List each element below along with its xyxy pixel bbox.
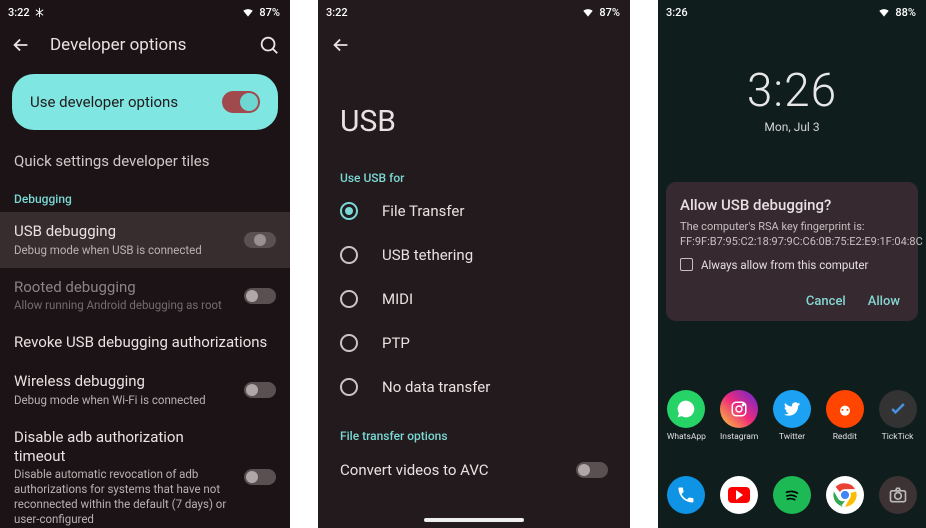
use-developer-options-chip[interactable]: Use developer options	[12, 74, 278, 130]
disable-adb-timeout-item[interactable]: Disable adb authorization timeout Disabl…	[0, 418, 290, 528]
clock-time: 3:26	[658, 64, 926, 118]
back-icon[interactable]	[330, 34, 352, 56]
snowflake-icon	[34, 7, 45, 18]
quick-settings-tiles-item[interactable]: Quick settings developer tiles	[0, 144, 290, 180]
wireless-debugging-item[interactable]: Wireless debugging Debug mode when Wi-Fi…	[0, 362, 290, 418]
page-title: USB	[318, 66, 630, 157]
debugging-section-label: Debugging	[0, 180, 290, 212]
lockscreen-clock: 3:26 Mon, Jul 3	[658, 64, 926, 134]
rooted-debugging-title: Rooted debugging	[14, 278, 234, 297]
page-title: Developer options	[50, 35, 240, 55]
chip-label: Use developer options	[30, 93, 178, 111]
screen-usb-preferences: 3:22 87% USB Use USB for File Transfer U…	[318, 0, 630, 528]
app-phone[interactable]	[661, 476, 711, 514]
convert-videos-avc-item[interactable]: Convert videos to AVC	[340, 447, 608, 493]
radio-icon	[340, 246, 358, 264]
app-instagram[interactable]: Instagram	[714, 390, 764, 442]
wifi-icon	[581, 5, 595, 19]
wireless-debugging-switch[interactable]	[244, 382, 276, 398]
wifi-icon	[241, 5, 255, 19]
home-app-row-2	[658, 476, 926, 514]
app-spotify[interactable]	[767, 476, 817, 514]
dialog-title: Allow USB debugging?	[680, 196, 904, 214]
radio-icon	[340, 202, 358, 220]
usb-option-file-transfer[interactable]: File Transfer	[340, 189, 608, 233]
app-bar	[318, 24, 630, 66]
use-usb-for-label: Use USB for	[340, 157, 608, 189]
revoke-authorizations-item[interactable]: Revoke USB debugging authorizations	[0, 323, 290, 362]
usb-debugging-switch[interactable]	[244, 232, 276, 248]
radio-icon	[340, 334, 358, 352]
usb-debugging-title: USB debugging	[14, 222, 234, 241]
wifi-icon	[877, 5, 891, 19]
status-time: 3:22	[326, 6, 348, 19]
status-battery: 87%	[599, 6, 620, 19]
checkbox-icon[interactable]	[680, 258, 693, 271]
app-bar: Developer options	[0, 24, 290, 66]
rooted-debugging-switch	[244, 288, 276, 304]
youtube-play-icon	[728, 487, 750, 503]
clock-date: Mon, Jul 3	[658, 120, 926, 134]
wireless-debugging-title: Wireless debugging	[14, 372, 234, 391]
screen-developer-options: 3:22 87% Developer options Use developer…	[0, 0, 290, 528]
app-youtube[interactable]	[714, 476, 764, 514]
app-twitter[interactable]: Twitter	[767, 390, 817, 442]
status-time: 3:26	[666, 6, 688, 19]
dialog-message: The computer's RSA key fingerprint is: F…	[680, 220, 904, 250]
cancel-button[interactable]: Cancel	[806, 294, 846, 309]
disable-adb-subtitle: Disable automatic revocation of adb auth…	[14, 467, 234, 527]
file-transfer-options-label: File transfer options	[340, 409, 608, 447]
search-icon[interactable]	[258, 34, 280, 56]
convert-videos-switch[interactable]	[576, 462, 608, 478]
status-bar: 3:22 87%	[318, 0, 630, 24]
allow-button[interactable]: Allow	[868, 294, 900, 309]
status-battery: 87%	[259, 6, 280, 19]
gesture-nav-bar[interactable]	[424, 518, 524, 522]
status-battery: 88%	[895, 6, 916, 19]
status-bar: 3:22 87%	[0, 0, 290, 24]
usb-option-ptp[interactable]: PTP	[340, 321, 608, 365]
back-icon[interactable]	[10, 34, 32, 56]
app-camera[interactable]	[873, 476, 923, 514]
radio-icon	[340, 290, 358, 308]
wireless-debugging-subtitle: Debug mode when Wi-Fi is connected	[14, 393, 234, 408]
rooted-debugging-item: Rooted debugging Allow running Android d…	[0, 268, 290, 324]
usb-debugging-dialog: Allow USB debugging? The computer's RSA …	[666, 182, 918, 321]
usb-debugging-item[interactable]: USB debugging Debug mode when USB is con…	[0, 212, 290, 268]
status-bar: 3:26 88%	[658, 0, 926, 24]
usb-option-no-data[interactable]: No data transfer	[340, 365, 608, 409]
disable-adb-switch[interactable]	[244, 469, 276, 485]
radio-icon	[340, 378, 358, 396]
disable-adb-title: Disable adb authorization timeout	[14, 428, 234, 466]
app-reddit[interactable]: Reddit	[820, 390, 870, 442]
app-whatsapp[interactable]: WhatsApp	[661, 390, 711, 442]
app-chrome[interactable]	[820, 476, 870, 514]
rooted-debugging-subtitle: Allow running Android debugging as root	[14, 298, 234, 313]
screen-lockscreen-dialog: 3:26 88% 3:26 Mon, Jul 3 Allow USB debug…	[658, 0, 926, 528]
always-allow-checkbox-row[interactable]: Always allow from this computer	[680, 258, 904, 272]
usb-option-tethering[interactable]: USB tethering	[340, 233, 608, 277]
developer-options-toggle[interactable]	[222, 91, 260, 113]
status-time: 3:22	[8, 6, 30, 19]
usb-debugging-subtitle: Debug mode when USB is connected	[14, 243, 234, 258]
home-app-row-1: WhatsApp Instagram Twitter Reddit TickTi…	[658, 390, 926, 442]
usb-option-midi[interactable]: MIDI	[340, 277, 608, 321]
app-ticktick[interactable]: TickTick	[873, 390, 923, 442]
